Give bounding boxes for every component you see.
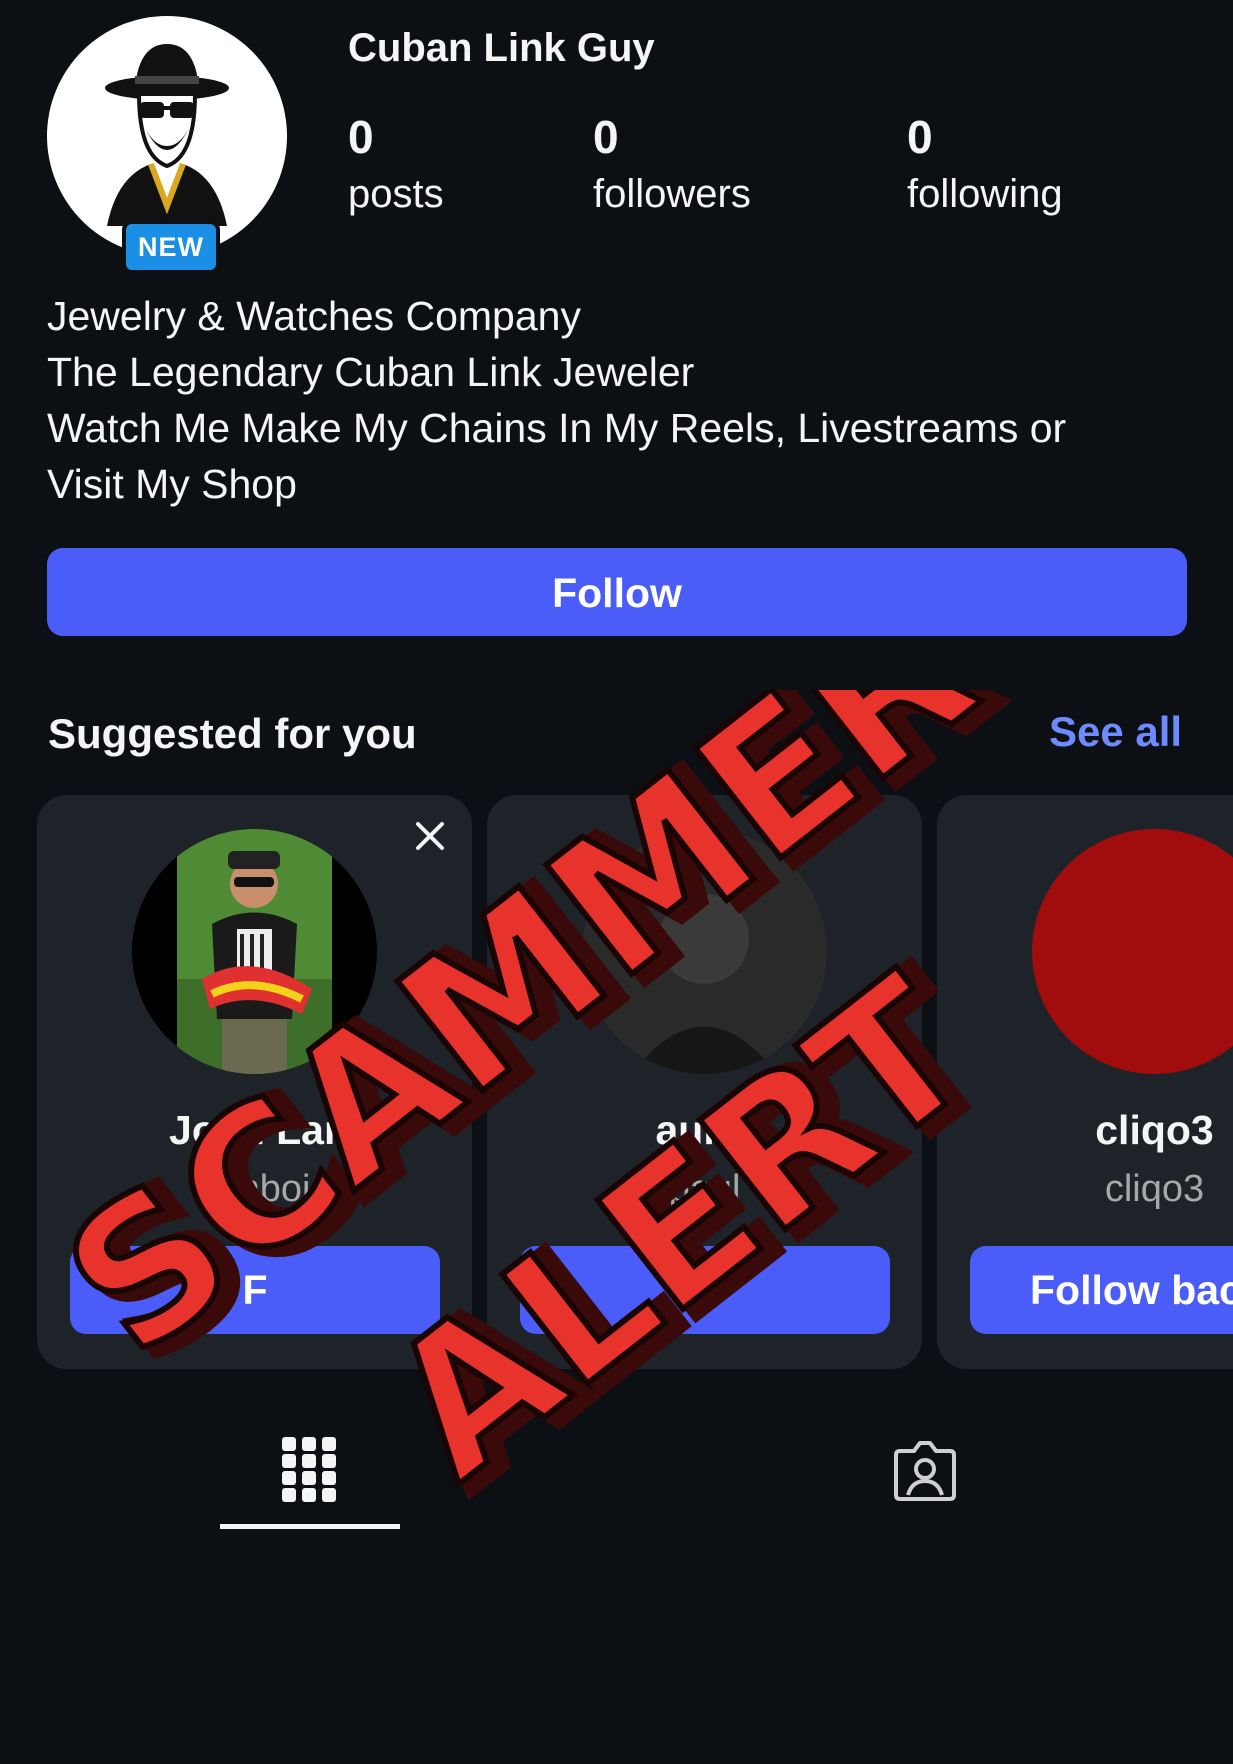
person-photo bbox=[177, 829, 332, 1074]
suggested-handle-1: lamboj bbox=[198, 1168, 311, 1210]
bio-line-3: Watch Me Make My Chains In My Reels, Liv… bbox=[47, 405, 1067, 451]
grid-icon[interactable] bbox=[282, 1437, 337, 1502]
posts-label[interactable]: posts bbox=[348, 172, 444, 217]
suggested-handle-2: paul bbox=[668, 1168, 741, 1210]
bio-line-1: Jewelry & Watches Company bbox=[47, 293, 581, 339]
tagged-person-icon[interactable] bbox=[892, 1437, 958, 1503]
suggested-card-3[interactable]: cliqo3 cliqo3 Follow bac bbox=[937, 795, 1233, 1369]
suggested-card-1[interactable]: Josh Lar lamboj F bbox=[37, 795, 472, 1369]
person-photo bbox=[582, 829, 827, 1074]
bio-line-2: The Legendary Cuban Link Jeweler bbox=[47, 349, 695, 395]
following-count[interactable]: 0 bbox=[907, 110, 933, 164]
profile-username: Cuban Link Guy bbox=[348, 26, 655, 70]
suggested-follow-button-3[interactable]: Follow bac bbox=[970, 1246, 1233, 1334]
suggested-avatar-3[interactable] bbox=[1032, 829, 1233, 1074]
suggested-name-1[interactable]: Josh Lar bbox=[37, 1107, 472, 1154]
suggested-avatar-1[interactable] bbox=[132, 829, 377, 1074]
new-badge: NEW bbox=[122, 220, 220, 274]
suggested-follow-button-1[interactable]: F bbox=[70, 1246, 440, 1334]
dismiss-suggestion-close-icon[interactable] bbox=[412, 818, 448, 854]
active-tab-indicator bbox=[220, 1524, 400, 1529]
suggested-name-2[interactable]: aul S bbox=[487, 1107, 922, 1154]
suggested-title: Suggested for you bbox=[48, 710, 417, 757]
see-all-link[interactable]: See all bbox=[1049, 708, 1182, 756]
following-label[interactable]: following bbox=[907, 172, 1063, 217]
posts-count[interactable]: 0 bbox=[348, 110, 374, 164]
bio-line-4: Visit My Shop bbox=[47, 461, 297, 507]
suggested-name-3[interactable]: cliqo3 bbox=[937, 1107, 1233, 1154]
followers-count[interactable]: 0 bbox=[593, 110, 619, 164]
suggested-avatar-2[interactable] bbox=[582, 829, 827, 1074]
followers-label[interactable]: followers bbox=[593, 172, 751, 217]
follow-button[interactable]: Follow bbox=[47, 548, 1187, 636]
suggested-handle-3: cliqo3 bbox=[1104, 1168, 1205, 1210]
suggested-card-2[interactable]: aul S paul F bbox=[487, 795, 922, 1369]
suggested-follow-button-2[interactable]: F bbox=[520, 1246, 890, 1334]
